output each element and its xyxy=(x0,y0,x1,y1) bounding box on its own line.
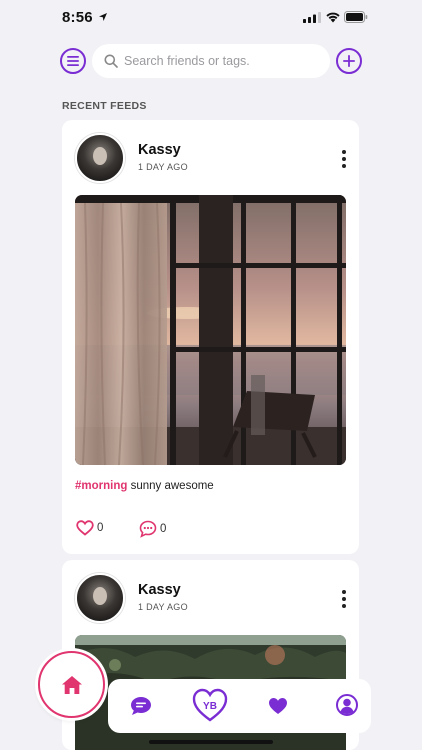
post-timestamp: 1 DAY AGO xyxy=(138,162,188,172)
search-input[interactable] xyxy=(124,54,314,68)
profile-icon[interactable] xyxy=(336,694,358,716)
bottom-navigation: YB xyxy=(108,679,371,733)
hashtag-link[interactable]: #morning xyxy=(75,480,127,492)
status-bar: 8:56 xyxy=(0,0,422,36)
section-title: RECENT FEEDS xyxy=(62,100,147,112)
feed-card: Kassy 1 DAY AGO xyxy=(62,120,359,554)
heart-outline-icon xyxy=(76,520,94,536)
search-icon xyxy=(104,54,118,68)
wifi-icon xyxy=(326,12,340,23)
add-button[interactable] xyxy=(336,48,362,74)
status-time: 8:56 xyxy=(62,9,93,26)
yb-logo-button[interactable]: YB xyxy=(192,688,228,722)
chat-icon[interactable] xyxy=(130,696,152,716)
signal-icon xyxy=(303,12,321,23)
add-icon xyxy=(343,55,355,67)
author-name[interactable]: Kassy xyxy=(138,142,181,158)
more-options-button[interactable] xyxy=(340,150,348,168)
more-icon xyxy=(342,150,346,154)
comment-icon xyxy=(139,520,157,538)
heart-icon[interactable] xyxy=(268,697,288,715)
more-options-button[interactable] xyxy=(340,590,348,608)
more-icon xyxy=(342,590,346,594)
yb-logo-text: YB xyxy=(203,701,217,712)
home-icon xyxy=(61,675,82,694)
yb-logo-icon: YB xyxy=(192,688,228,722)
comment-count: 0 xyxy=(160,523,167,535)
caption-text: sunny awesome xyxy=(127,480,214,492)
avatar[interactable] xyxy=(75,573,125,623)
comment-button[interactable]: 0 xyxy=(139,520,166,538)
home-indicator xyxy=(149,740,273,744)
battery-icon xyxy=(344,11,368,23)
menu-button[interactable] xyxy=(60,48,86,74)
menu-icon xyxy=(67,56,79,66)
post-caption: #morning sunny awesome xyxy=(75,480,214,492)
avatar[interactable] xyxy=(75,133,125,183)
search-bar[interactable] xyxy=(92,44,330,78)
author-name[interactable]: Kassy xyxy=(138,582,181,598)
like-button[interactable]: 0 xyxy=(76,520,103,536)
post-timestamp: 1 DAY AGO xyxy=(138,602,188,612)
location-arrow-icon xyxy=(99,13,107,21)
post-image[interactable] xyxy=(75,195,346,465)
home-button[interactable] xyxy=(38,651,105,718)
like-count: 0 xyxy=(97,522,104,534)
